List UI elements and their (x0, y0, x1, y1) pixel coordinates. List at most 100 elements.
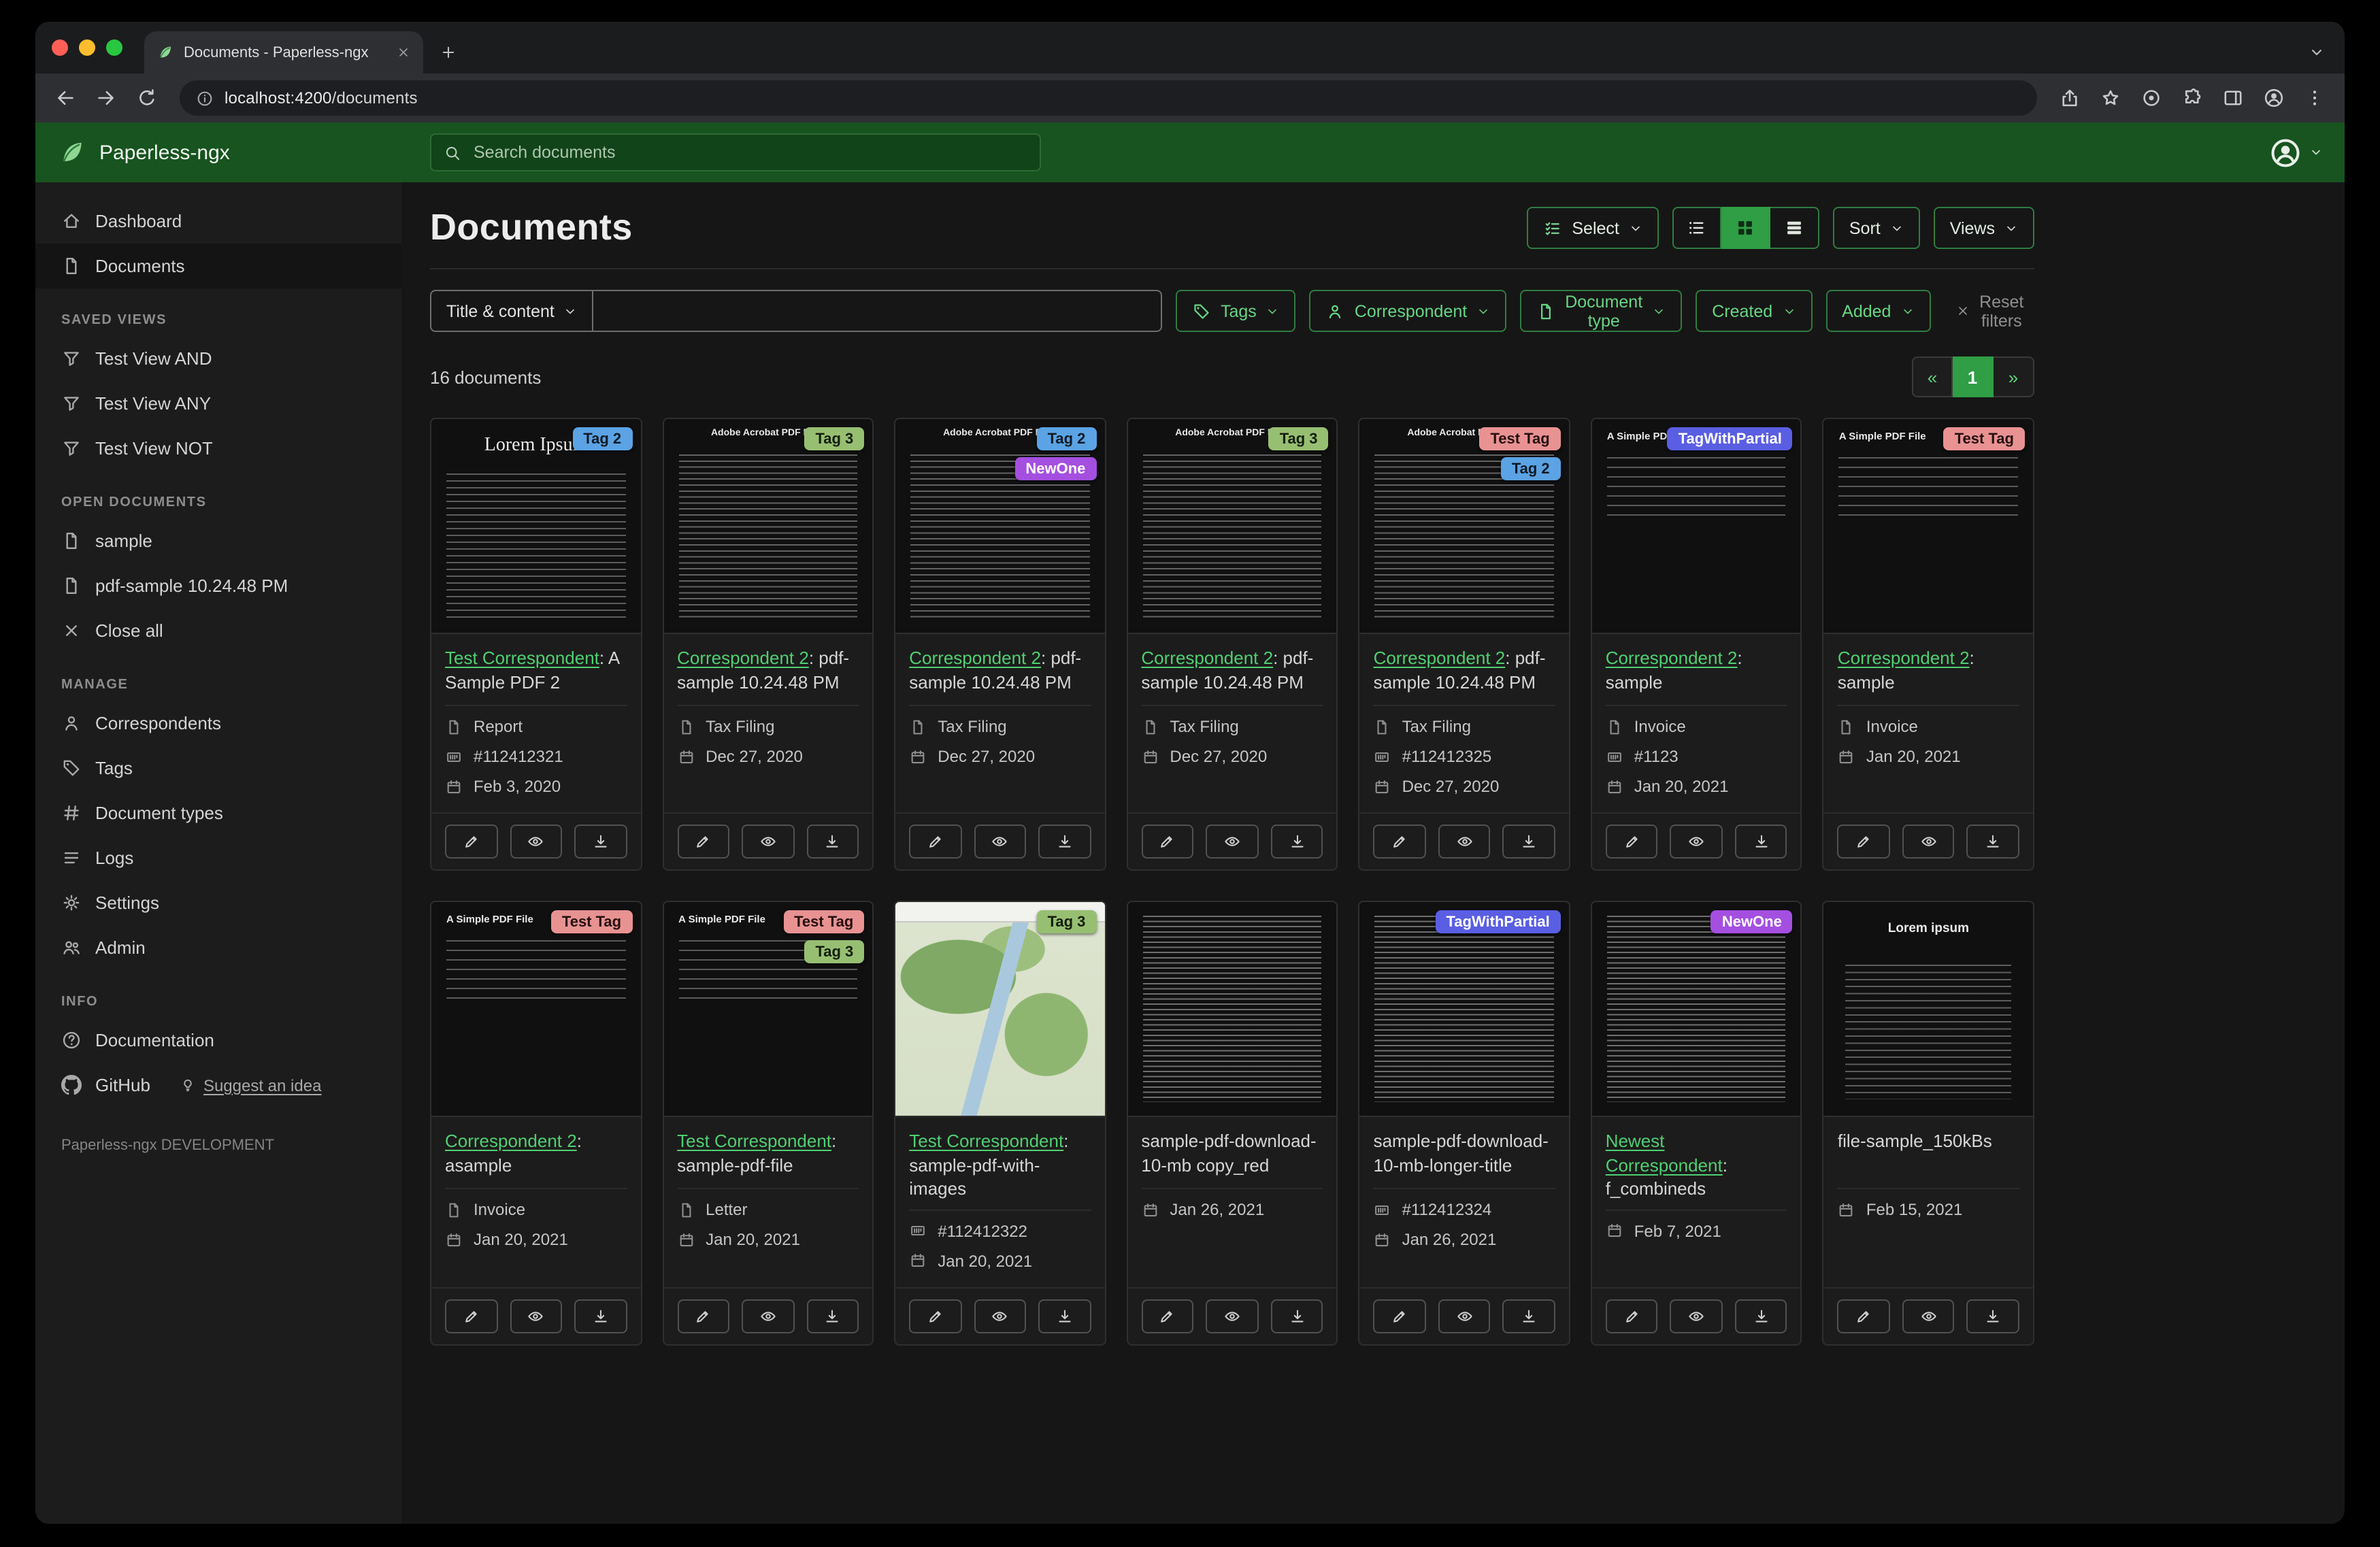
download-document-button[interactable] (1734, 1299, 1787, 1333)
sidebar-item-close-all[interactable]: Close all (35, 608, 401, 653)
document-correspondent-link[interactable]: Correspondent 2 (1374, 648, 1506, 668)
document-thumbnail[interactable]: Adobe Acrobat PDF Files Test Tag Tag 2 (1359, 419, 1569, 634)
preview-document-button[interactable] (974, 1299, 1027, 1333)
sidebar-item-document-types[interactable]: Document types (35, 791, 401, 835)
sidebar-item-correspondents[interactable]: Correspondents (35, 701, 401, 746)
preview-document-button[interactable] (1438, 825, 1491, 859)
edit-document-button[interactable] (677, 825, 730, 859)
suggest-an-idea-link[interactable]: Suggest an idea (180, 1076, 321, 1095)
document-type-field[interactable]: Report (445, 717, 627, 736)
sidebar-item-documentation[interactable]: Documentation (35, 1018, 401, 1063)
download-document-button[interactable] (1966, 825, 2019, 859)
sidebar-item-dashboard[interactable]: Dashboard (35, 199, 401, 244)
edit-document-button[interactable] (1141, 1299, 1194, 1333)
filter-text-input[interactable] (593, 290, 1162, 332)
document-correspondent-link[interactable]: Test Correspondent (677, 1131, 831, 1151)
tag-badge[interactable]: Test Tag (1943, 427, 2025, 450)
back-button[interactable] (54, 87, 76, 109)
tag-badge[interactable]: Tag 3 (804, 940, 865, 963)
pagination-page-1-button[interactable]: 1 (1953, 356, 1994, 397)
document-thumbnail[interactable]: Adobe Acrobat PDF Files Tag 3 (663, 419, 873, 634)
edit-document-button[interactable] (909, 1299, 962, 1333)
created-filter-button[interactable]: Created (1696, 290, 1813, 332)
sidebar-item-test-view-any[interactable]: Test View ANY (35, 381, 401, 426)
download-document-button[interactable] (1038, 825, 1091, 859)
tags-filter-button[interactable]: Tags (1176, 290, 1296, 332)
document-correspondent-link[interactable]: Newest Correspondent (1606, 1131, 1723, 1175)
document-thumbnail[interactable]: Tag 3 (895, 902, 1105, 1117)
document-thumbnail[interactable]: Adobe Acrobat PDF Files Tag 3 (1127, 419, 1337, 634)
site-info-icon[interactable] (196, 89, 214, 107)
preview-document-button[interactable] (1206, 1299, 1259, 1333)
download-document-button[interactable] (574, 1299, 627, 1333)
document-thumbnail[interactable]: A Simple PDF File Test Tag (1823, 419, 2033, 634)
preview-document-button[interactable] (510, 1299, 563, 1333)
document-type-field[interactable]: Tax Filing (1141, 717, 1323, 736)
sort-button[interactable]: Sort (1832, 207, 1920, 249)
bookmark-button[interactable] (2100, 87, 2121, 109)
sidebar-item-github[interactable]: GitHub Suggest an idea (35, 1063, 401, 1108)
download-document-button[interactable] (806, 1299, 859, 1333)
download-document-button[interactable] (806, 825, 859, 859)
document-correspondent-link[interactable]: Correspondent 2 (1141, 648, 1273, 668)
preview-document-button[interactable] (1438, 1299, 1491, 1333)
tag-badge[interactable]: Tag 2 (1036, 427, 1097, 450)
tag-badge[interactable]: Tag 3 (1036, 910, 1097, 933)
browser-menu-button[interactable] (2304, 87, 2326, 109)
extension-button[interactable] (2141, 87, 2162, 109)
share-button[interactable] (2059, 87, 2081, 109)
document-type-field[interactable]: Letter (677, 1200, 859, 1219)
sidebar-item-pdf-sample-10-24-48-pm[interactable]: pdf-sample 10.24.48 PM (35, 563, 401, 608)
document-thumbnail[interactable]: TagWithPartial (1359, 902, 1569, 1117)
document-correspondent-link[interactable]: Test Correspondent (909, 1131, 1063, 1151)
edit-document-button[interactable] (445, 825, 498, 859)
view-list-button[interactable] (1770, 207, 1819, 249)
edit-document-button[interactable] (1837, 1299, 1890, 1333)
edit-document-button[interactable] (1605, 1299, 1658, 1333)
tag-badge[interactable]: Tag 3 (804, 427, 865, 450)
preview-document-button[interactable] (1902, 825, 1955, 859)
added-filter-button[interactable]: Added (1825, 290, 1931, 332)
document-type-filter-button[interactable]: Document type (1520, 290, 1683, 332)
extensions-menu-button[interactable] (2181, 87, 2203, 109)
document-correspondent-link[interactable]: Correspondent 2 (1606, 648, 1738, 668)
window-minimize-button[interactable] (79, 39, 95, 56)
sidebar-item-documents[interactable]: Documents (35, 244, 401, 288)
pagination-next-button[interactable]: » (1994, 356, 2034, 397)
side-panel-button[interactable] (2222, 87, 2244, 109)
sidebar-item-test-view-and[interactable]: Test View AND (35, 336, 401, 381)
document-thumbnail[interactable]: Adobe Acrobat PDF Files Tag 2 NewOne (895, 419, 1105, 634)
document-type-field[interactable]: Tax Filing (909, 717, 1091, 736)
download-document-button[interactable] (1502, 1299, 1555, 1333)
tag-badge[interactable]: Tag 2 (572, 427, 633, 450)
window-zoom-button[interactable] (106, 39, 122, 56)
download-document-button[interactable] (1966, 1299, 2019, 1333)
address-bar[interactable]: localhost:4200/documents (180, 80, 2037, 116)
tag-badge[interactable]: TagWithPartial (1667, 427, 1793, 450)
document-thumbnail[interactable]: Lorem ipsum (1823, 902, 2033, 1117)
views-button[interactable]: Views (1933, 207, 2034, 249)
download-document-button[interactable] (1270, 1299, 1323, 1333)
document-thumbnail[interactable]: A Simple PDF File Test Tag (431, 902, 641, 1117)
forward-button[interactable] (95, 87, 117, 109)
window-close-button[interactable] (52, 39, 68, 56)
document-correspondent-link[interactable]: Correspondent 2 (1838, 648, 1970, 668)
sidebar-item-settings[interactable]: Settings (35, 880, 401, 925)
global-search[interactable] (430, 133, 1041, 171)
edit-document-button[interactable] (1837, 825, 1890, 859)
download-document-button[interactable] (574, 825, 627, 859)
edit-document-button[interactable] (909, 825, 962, 859)
download-document-button[interactable] (1734, 825, 1787, 859)
tag-badge[interactable]: TagWithPartial (1435, 910, 1561, 933)
document-correspondent-link[interactable]: Test Correspondent (445, 648, 599, 668)
document-thumbnail[interactable]: A Simple PDF File Test Tag Tag 3 (663, 902, 873, 1117)
tag-badge[interactable]: Test Tag (550, 910, 633, 933)
document-correspondent-link[interactable]: Correspondent 2 (677, 648, 809, 668)
document-type-field[interactable]: Invoice (1838, 717, 2019, 736)
reload-button[interactable] (136, 87, 158, 109)
app-brand[interactable]: Paperless-ngx (57, 137, 230, 167)
edit-document-button[interactable] (1373, 825, 1426, 859)
tag-badge[interactable]: Tag 2 (1500, 457, 1561, 480)
edit-document-button[interactable] (1605, 825, 1658, 859)
download-document-button[interactable] (1502, 825, 1555, 859)
